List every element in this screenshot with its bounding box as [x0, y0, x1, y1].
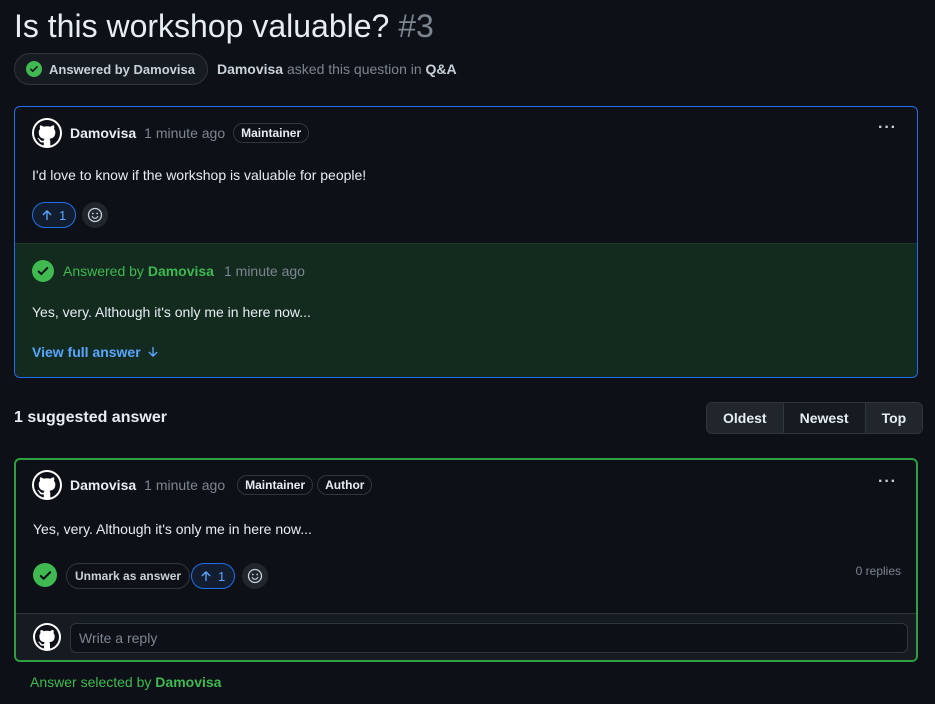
github-avatar-icon [34, 120, 60, 146]
reply-input[interactable] [70, 623, 908, 653]
answer-header: Damovisa 1 minute ago Maintainer Author [32, 469, 373, 501]
maintainer-badge: Maintainer [233, 123, 310, 143]
github-avatar-icon [34, 472, 60, 498]
answer-upvote-count: 1 [218, 568, 226, 584]
discussion-meta: Answered by Damovisa Damovisa asked this… [14, 53, 457, 85]
category-link[interactable]: Q&A [426, 61, 457, 77]
question-upvote-count: 1 [59, 207, 67, 223]
sort-newest-button[interactable]: Newest [783, 403, 866, 433]
asker-link[interactable]: Damovisa [217, 61, 283, 77]
answer-preview-header: Answered by Damovisa 1 minute ago [32, 260, 305, 282]
answered-by-author[interactable]: Damovisa [148, 263, 214, 279]
question-header: Damovisa 1 minute ago Maintainer [32, 117, 310, 149]
avatar [33, 623, 61, 651]
answer-body: Yes, very. Although it's only me in here… [33, 521, 312, 537]
smiley-icon [87, 207, 103, 223]
sort-top-button[interactable]: Top [865, 403, 923, 433]
question-reaction-button[interactable] [82, 202, 108, 228]
answer-post: Damovisa 1 minute ago Maintainer Author … [14, 458, 918, 662]
answered-status-pill[interactable]: Answered by Damovisa [14, 53, 208, 85]
discussion-title: Is this workshop valuable? [14, 8, 390, 44]
selected-by-author[interactable]: Damovisa [155, 674, 221, 690]
answers-count-heading: 1 suggested answer [14, 409, 167, 426]
answer-time[interactable]: 1 minute ago [144, 477, 225, 493]
discussion-number: #3 [398, 8, 434, 44]
github-avatar-icon [35, 625, 59, 649]
arrow-down-icon [148, 346, 158, 357]
question-upvote-button[interactable]: 1 [32, 202, 77, 228]
reply-composer [16, 613, 916, 660]
view-full-answer-link[interactable]: View full answer [32, 344, 159, 360]
question-body: I'd love to know if the workshop is valu… [32, 167, 367, 183]
question-author[interactable]: Damovisa [70, 125, 136, 141]
marked-answer-check-icon[interactable] [33, 563, 57, 587]
avatar[interactable] [32, 118, 62, 148]
asked-meta: Damovisa asked this question in Q&A [217, 61, 457, 77]
page-title: Is this workshop valuable? #3 [14, 8, 434, 45]
answer-sort-group: Oldest Newest Top [706, 402, 924, 434]
sort-oldest-button[interactable]: Oldest [707, 403, 784, 433]
maintainer-badge: Maintainer [237, 475, 314, 495]
check-circle-icon [26, 61, 42, 77]
author-badge: Author [317, 475, 373, 495]
answer-preview-time[interactable]: 1 minute ago [224, 263, 305, 279]
question-time[interactable]: 1 minute ago [144, 125, 225, 141]
answer-upvote-button[interactable]: 1 [191, 563, 236, 589]
question-menu-kebab-icon[interactable]: ··· [878, 119, 897, 137]
check-circle-icon [32, 260, 54, 282]
answer-reaction-button[interactable] [242, 563, 268, 589]
answered-by-label: Answered by Damovisa [63, 263, 214, 279]
answer-selected-by: Answer selected by Damovisa [30, 674, 222, 690]
answer-preview: Answered by Damovisa 1 minute ago Yes, v… [15, 243, 917, 377]
asked-text: asked this question in [287, 61, 422, 77]
arrow-up-icon [42, 210, 52, 221]
question-post: Damovisa 1 minute ago Maintainer ··· I'd… [14, 106, 918, 378]
smiley-icon [247, 568, 263, 584]
unmark-as-answer-button[interactable]: Unmark as answer [66, 563, 191, 589]
arrow-up-icon [201, 571, 211, 582]
answer-menu-kebab-icon[interactable]: ··· [878, 473, 897, 491]
replies-count[interactable]: 0 replies [856, 564, 901, 578]
answer-preview-body: Yes, very. Although it's only me in here… [32, 304, 311, 320]
answer-author[interactable]: Damovisa [70, 477, 136, 493]
answered-status-label: Answered by Damovisa [49, 61, 195, 77]
avatar[interactable] [32, 470, 62, 500]
